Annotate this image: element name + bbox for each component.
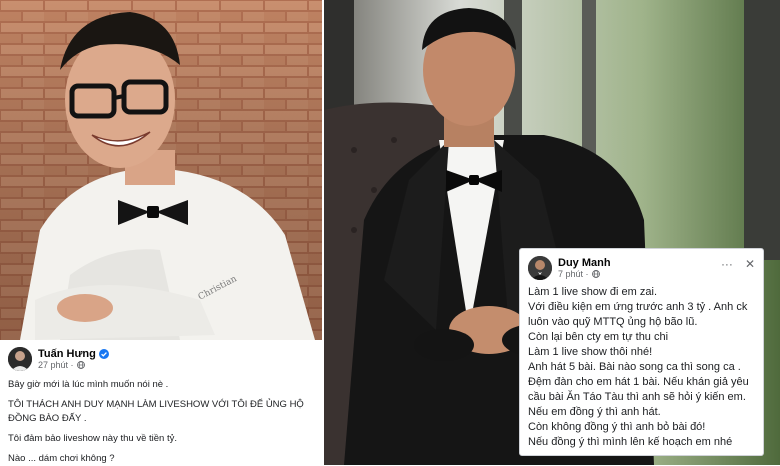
post-line: Còn không đồng ý thì anh bỏ bài đó! — [528, 421, 706, 433]
avatar[interactable] — [528, 256, 552, 280]
more-options-icon[interactable]: ··· — [721, 257, 733, 271]
author-name[interactable]: Tuấn Hưng — [38, 348, 96, 361]
avatar-icon — [528, 256, 552, 280]
photo-tuan-hung: Christian — [0, 0, 322, 340]
post-duy-manh: Duy Manh 7 phút · ··· ✕ Làm 1 live show … — [519, 248, 764, 456]
close-icon[interactable]: ✕ — [745, 257, 755, 271]
post-timestamp[interactable]: 7 phút · — [558, 269, 589, 279]
post-timestamp[interactable]: 27 phút · — [38, 360, 74, 370]
post-header: Duy Manh 7 phút · ··· ✕ — [528, 255, 755, 281]
photo-left-illustration: Christian — [0, 0, 322, 340]
post-line: Anh hát 5 bài. Bài nào song ca thì song … — [528, 361, 749, 418]
post-line: Còn lại bên cty em tự thu chi — [528, 331, 669, 343]
avatar-icon — [8, 347, 32, 371]
verified-badge-icon — [98, 348, 109, 359]
name-block: Tuấn Hưng 27 phút · — [38, 348, 109, 371]
author-name[interactable]: Duy Manh — [558, 257, 611, 270]
post-line: Bây giờ mới là lúc mình muốn nói nè . — [8, 379, 169, 390]
name-block: Duy Manh 7 phút · — [558, 257, 611, 280]
post-line: Làm 1 live show đi em zai. — [528, 286, 657, 298]
globe-icon — [76, 361, 85, 370]
post-line: Nào ... dám chơi không ? — [8, 453, 115, 464]
post-actions: ··· ✕ — [709, 257, 755, 271]
post-body: Làm 1 live show đi em zai. Với điều kiện… — [528, 285, 755, 450]
post-line: Với điều kiện em ứng trước anh 3 tỷ . An… — [528, 301, 748, 328]
post-line: TÔI THÁCH ANH DUY MẠNH LÀM LIVESHOW VỚI … — [8, 399, 304, 424]
post-tuan-hung: Tuấn Hưng 27 phút · Bây giờ mới là lúc m… — [0, 340, 322, 465]
post-line: Tôi đảm bảo liveshow này thu về tiền tỷ. — [8, 433, 177, 444]
post-line: Nếu đồng ý thì mình lên kế hoạch em nhé — [528, 436, 733, 448]
globe-icon — [591, 270, 600, 279]
post-line: Làm 1 live show thôi nhé! — [528, 346, 653, 358]
avatar[interactable] — [8, 347, 32, 371]
post-header: Tuấn Hưng 27 phút · — [8, 346, 314, 372]
post-body: Bây giờ mới là lúc mình muốn nói nè . TÔ… — [8, 378, 314, 466]
